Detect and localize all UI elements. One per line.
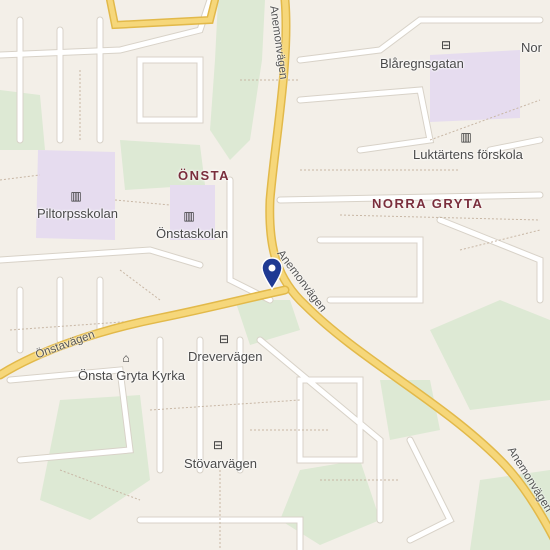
- area-label-norra-gryta: NORRA GRYTA: [372, 196, 484, 211]
- park-area-south: [280, 460, 380, 545]
- school-icon[interactable]: ▥: [458, 129, 474, 145]
- bus-stop-icon[interactable]: ⊟: [216, 331, 232, 347]
- poi-label-stovarvagen[interactable]: Stövarvägen: [184, 456, 257, 471]
- church-icon[interactable]: ⌂: [118, 350, 134, 366]
- poi-label-nor[interactable]: Nor: [521, 40, 542, 55]
- poi-label-onsta-gryta-kyrka[interactable]: Önsta Gryta Kyrka: [78, 368, 185, 383]
- park-area-center: [235, 300, 300, 345]
- bus-stop-icon[interactable]: ⊟: [210, 437, 226, 453]
- poi-label-luktartens-forskola[interactable]: Luktärtens förskola: [413, 147, 523, 162]
- poi-label-blaregnsgatan[interactable]: Blåregnsgatan: [380, 56, 464, 71]
- location-pin-icon[interactable]: [261, 257, 283, 291]
- park-area-east: [430, 300, 550, 410]
- area-label-onsta: ÖNSTA: [178, 168, 231, 183]
- school-icon[interactable]: ▥: [181, 208, 197, 224]
- school-icon[interactable]: ▥: [68, 188, 84, 204]
- poi-label-onstaskolan[interactable]: Önstaskolan: [156, 226, 228, 241]
- poi-label-piltorpsskolan[interactable]: Piltorpsskolan: [37, 206, 118, 221]
- map-canvas[interactable]: ÖNSTA NORRA GRYTA ▥ Piltorpsskolan ▥ Öns…: [0, 0, 550, 550]
- bus-stop-icon[interactable]: ⊟: [438, 37, 454, 53]
- poi-label-drevervagen[interactable]: Drevervägen: [188, 349, 262, 364]
